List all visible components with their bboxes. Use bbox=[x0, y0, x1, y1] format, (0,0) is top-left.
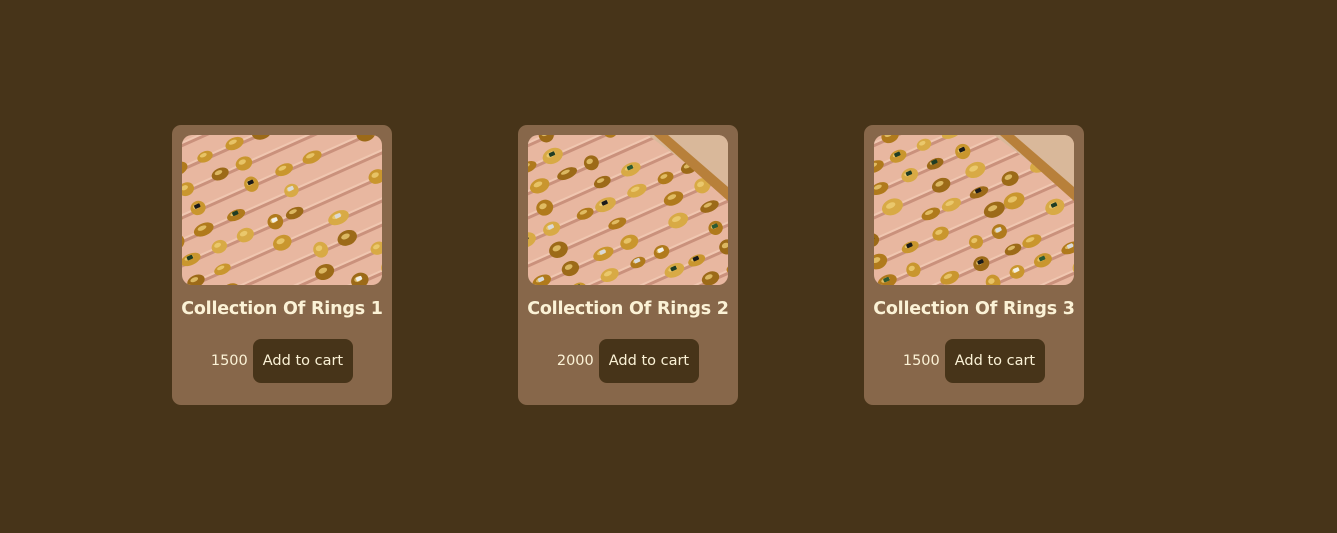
product-grid: Collection Of Rings 1 1500 Add to cart C… bbox=[0, 0, 1337, 533]
add-to-cart-button[interactable]: Add to cart bbox=[944, 339, 1046, 383]
product-card: Collection Of Rings 2 2000 Add to cart bbox=[518, 125, 738, 405]
add-to-cart-button[interactable]: Add to cart bbox=[252, 339, 354, 383]
product-image-rings bbox=[874, 135, 1074, 285]
product-price: 1500 bbox=[902, 353, 940, 369]
ring-tray-picture bbox=[528, 135, 728, 285]
add-to-cart-button[interactable]: Add to cart bbox=[598, 339, 700, 383]
product-title: Collection Of Rings 1 bbox=[181, 299, 383, 319]
purchase-row: 2000 Add to cart bbox=[518, 339, 738, 383]
ring-tray-picture bbox=[182, 135, 382, 285]
product-title: Collection Of Rings 2 bbox=[527, 299, 729, 319]
product-card: Collection Of Rings 1 1500 Add to cart bbox=[172, 125, 392, 405]
ring-tray-picture bbox=[874, 135, 1074, 285]
product-card: Collection Of Rings 3 1500 Add to cart bbox=[864, 125, 1084, 405]
purchase-row: 1500 Add to cart bbox=[172, 339, 392, 383]
purchase-row: 1500 Add to cart bbox=[864, 339, 1084, 383]
product-title: Collection Of Rings 3 bbox=[873, 299, 1075, 319]
product-price: 1500 bbox=[210, 353, 248, 369]
product-image-rings bbox=[182, 135, 382, 285]
product-image-rings bbox=[528, 135, 728, 285]
product-price: 2000 bbox=[556, 353, 594, 369]
